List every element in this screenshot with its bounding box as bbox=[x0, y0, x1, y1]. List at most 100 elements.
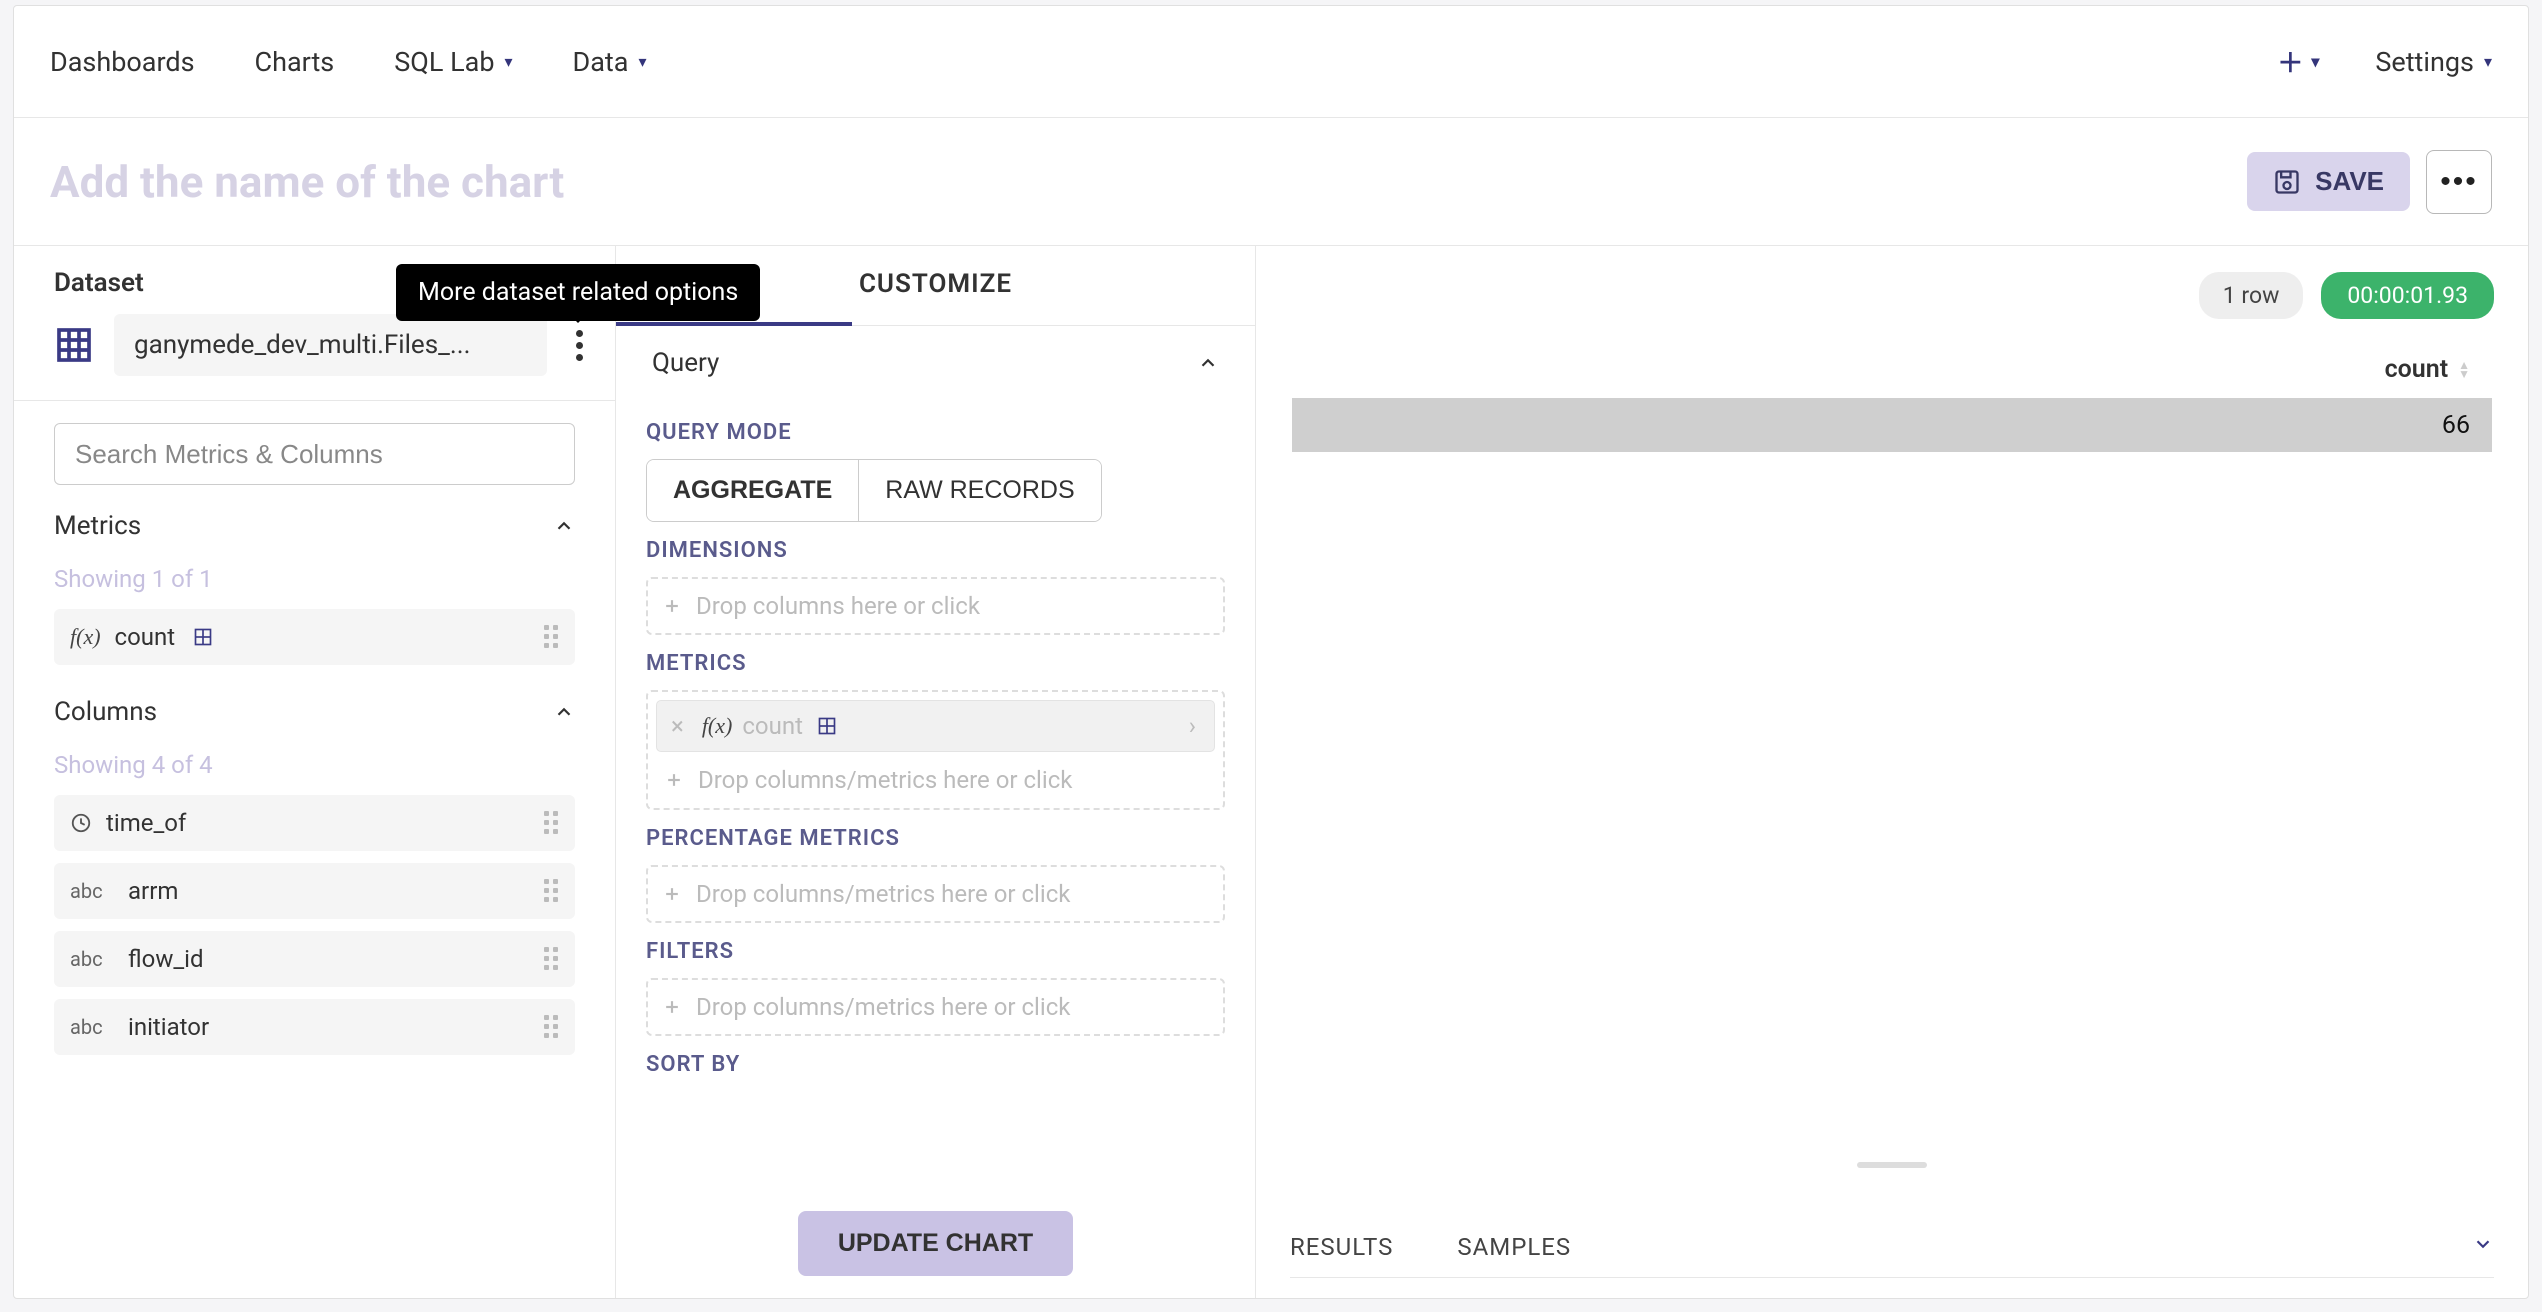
plus-icon bbox=[664, 770, 684, 790]
metrics-list: f(x) count bbox=[14, 609, 615, 665]
pct-metrics-dropzone[interactable]: Drop columns/metrics here or click bbox=[646, 865, 1225, 923]
column-header[interactable]: count ▲▼ bbox=[1292, 341, 2492, 398]
chevron-down-icon bbox=[2472, 1233, 2494, 1255]
columns-section-head[interactable]: Columns bbox=[14, 697, 615, 739]
chevron-down-icon: ▾ bbox=[2484, 52, 2492, 71]
nav-sql-lab-label: SQL Lab bbox=[394, 46, 494, 78]
dataset-row: ganymede_dev_multi.Files_... bbox=[14, 314, 615, 376]
search-input[interactable] bbox=[75, 439, 554, 470]
column-label: initiator bbox=[128, 1013, 209, 1041]
dimensions-dropzone[interactable]: Drop columns here or click bbox=[646, 577, 1225, 635]
drag-handle-icon[interactable] bbox=[544, 811, 559, 835]
column-item-arrm[interactable]: abc arrm bbox=[54, 863, 575, 919]
tab-customize[interactable]: CUSTOMIZE bbox=[837, 246, 1034, 325]
query-section-head[interactable]: Query bbox=[646, 342, 1225, 404]
expand-icon bbox=[193, 627, 213, 647]
results-tabs: RESULTS SAMPLES bbox=[1290, 1233, 2494, 1278]
results-panel: 1 row 00:00:01.93 count ▲▼ 66 RESULTS SA… bbox=[1256, 246, 2528, 1298]
drag-handle-icon[interactable] bbox=[544, 625, 559, 649]
cell-value: 66 bbox=[2442, 411, 2470, 440]
column-label: arrm bbox=[128, 877, 178, 905]
pct-metrics-label: PERCENTAGE METRICS bbox=[646, 826, 1225, 851]
pct-metrics-placeholder: Drop columns/metrics here or click bbox=[696, 880, 1070, 908]
results-table: count ▲▼ 66 bbox=[1256, 341, 2528, 452]
dimensions-label: DIMENSIONS bbox=[646, 538, 1225, 563]
nav-sql-lab[interactable]: SQL Lab ▾ bbox=[394, 46, 512, 78]
query-form: Query QUERY MODE AGGREGATE RAW RECORDS D… bbox=[616, 326, 1255, 1298]
drag-handle-icon[interactable] bbox=[544, 947, 559, 971]
sort-by-label: SORT BY bbox=[646, 1052, 1225, 1077]
tab-samples[interactable]: SAMPLES bbox=[1457, 1233, 1571, 1261]
chart-header: Add the name of the chart SAVE ••• bbox=[14, 118, 2528, 246]
chart-title-input[interactable]: Add the name of the chart bbox=[50, 156, 564, 208]
tab-results[interactable]: RESULTS bbox=[1290, 1233, 1393, 1261]
divider bbox=[14, 400, 615, 401]
top-nav: Dashboards Charts SQL Lab ▾ Data ▾ ＋ ▾ S… bbox=[14, 6, 2528, 118]
app-frame: Dashboards Charts SQL Lab ▾ Data ▾ ＋ ▾ S… bbox=[13, 5, 2529, 1299]
drag-handle-icon[interactable] bbox=[544, 1015, 559, 1039]
function-icon: f(x) bbox=[702, 713, 733, 739]
nav-charts[interactable]: Charts bbox=[255, 46, 335, 78]
metrics-label: Metrics bbox=[54, 511, 141, 541]
add-new-button[interactable]: ＋ ▾ bbox=[2277, 43, 2319, 80]
column-item-time-of[interactable]: time_of bbox=[54, 795, 575, 851]
sort-icon[interactable]: ▲▼ bbox=[2458, 361, 2470, 378]
results-top: 1 row 00:00:01.93 bbox=[1256, 246, 2528, 331]
nav-settings[interactable]: Settings ▾ bbox=[2375, 46, 2492, 78]
drag-handle-icon[interactable] bbox=[544, 879, 559, 903]
metric-pill-count[interactable]: × f(x) count › bbox=[656, 700, 1215, 752]
function-icon: f(x) bbox=[70, 624, 101, 650]
dataset-options-tooltip: More dataset related options bbox=[396, 264, 760, 321]
columns-label: Columns bbox=[54, 697, 157, 727]
save-icon bbox=[2273, 168, 2301, 196]
raw-records-button[interactable]: RAW RECORDS bbox=[859, 460, 1100, 521]
aggregate-button[interactable]: AGGREGATE bbox=[647, 460, 859, 521]
nav-data[interactable]: Data ▾ bbox=[573, 46, 647, 78]
nav-dashboards[interactable]: Dashboards bbox=[50, 46, 195, 78]
columns-count: Showing 4 of 4 bbox=[14, 739, 615, 795]
abc-type-icon: abc bbox=[70, 879, 114, 903]
expand-icon bbox=[817, 716, 837, 736]
metrics-section-head[interactable]: Metrics bbox=[14, 511, 615, 553]
nav-settings-label: Settings bbox=[2375, 46, 2474, 78]
dimensions-placeholder: Drop columns here or click bbox=[696, 592, 980, 620]
main-body: More dataset related options Dataset gan… bbox=[14, 246, 2528, 1298]
metric-pill-label: count bbox=[742, 712, 803, 740]
clock-icon bbox=[70, 812, 92, 834]
dataset-name[interactable]: ganymede_dev_multi.Files_... bbox=[114, 314, 547, 376]
chevron-down-icon: ▾ bbox=[505, 52, 513, 71]
column-item-flow-id[interactable]: abc flow_id bbox=[54, 931, 575, 987]
metrics-dropzone[interactable]: × f(x) count › Drop columns/metrics here… bbox=[646, 690, 1225, 810]
chevron-right-icon[interactable]: › bbox=[1181, 712, 1204, 740]
filters-placeholder: Drop columns/metrics here or click bbox=[696, 993, 1070, 1021]
update-footer: UPDATE CHART bbox=[616, 1199, 1255, 1298]
resize-handle[interactable] bbox=[1857, 1162, 1927, 1168]
column-label: flow_id bbox=[128, 945, 204, 973]
save-button[interactable]: SAVE bbox=[2247, 152, 2410, 211]
table-row: 66 bbox=[1292, 398, 2492, 452]
expand-results-icon[interactable] bbox=[2472, 1233, 2494, 1261]
dataset-grid-icon bbox=[54, 325, 94, 365]
row-count-badge: 1 row bbox=[2199, 272, 2304, 319]
filters-dropzone[interactable]: Drop columns/metrics here or click bbox=[646, 978, 1225, 1036]
update-chart-button[interactable]: UPDATE CHART bbox=[798, 1211, 1073, 1276]
column-label: time_of bbox=[106, 809, 186, 837]
nav-left: Dashboards Charts SQL Lab ▾ Data ▾ bbox=[50, 46, 647, 78]
more-actions-button[interactable]: ••• bbox=[2426, 150, 2492, 214]
plus-icon: ＋ bbox=[2277, 43, 2303, 80]
column-header-label: count bbox=[2385, 355, 2449, 384]
metric-item-count[interactable]: f(x) count bbox=[54, 609, 575, 665]
plus-icon bbox=[662, 884, 682, 904]
dataset-panel: More dataset related options Dataset gan… bbox=[14, 246, 616, 1298]
chevron-down-icon: ▾ bbox=[2311, 52, 2319, 71]
plus-icon bbox=[662, 596, 682, 616]
query-mode-label: QUERY MODE bbox=[646, 420, 1225, 445]
filters-label: FILTERS bbox=[646, 939, 1225, 964]
query-section-label: Query bbox=[652, 348, 719, 378]
metric-label: count bbox=[115, 623, 176, 651]
search-input-wrap bbox=[54, 423, 575, 485]
abc-type-icon: abc bbox=[70, 1015, 114, 1039]
column-item-initiator[interactable]: abc initiator bbox=[54, 999, 575, 1055]
chevron-up-icon bbox=[1197, 352, 1219, 374]
remove-metric-icon[interactable]: × bbox=[663, 712, 692, 740]
